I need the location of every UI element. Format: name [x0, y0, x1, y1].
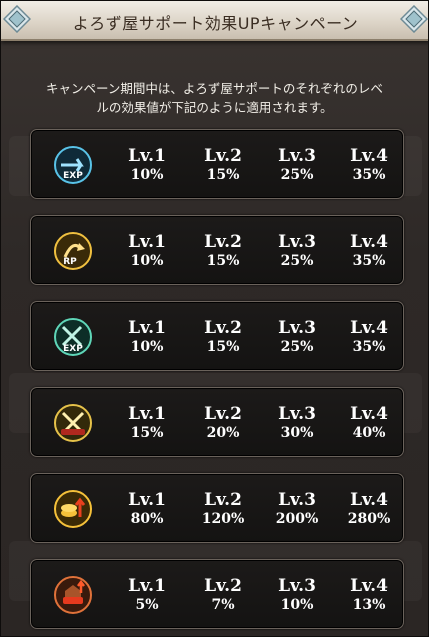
level-cell: Lv.1 10%	[117, 232, 177, 270]
level-value: 40%	[352, 425, 386, 441]
level-cell: Lv.4 35%	[339, 146, 399, 184]
level-label: Lv.1	[128, 318, 166, 338]
rupie-icon	[54, 490, 92, 528]
level-cell: Lv.3 10%	[267, 576, 327, 614]
level-value: 10%	[130, 167, 164, 183]
level-value: 7%	[211, 597, 235, 613]
level-cell: Lv.2 15%	[193, 146, 253, 184]
level-cell: Lv.1 10%	[117, 146, 177, 184]
level-value: 15%	[206, 253, 240, 269]
level-label: Lv.3	[278, 318, 316, 338]
level-value: 35%	[352, 339, 386, 355]
level-cell: Lv.2 15%	[193, 232, 253, 270]
level-label: Lv.2	[204, 232, 242, 252]
level-value: 10%	[280, 597, 314, 613]
level-label: Lv.3	[278, 146, 316, 166]
level-value: 15%	[206, 167, 240, 183]
rp-icon: RP	[54, 232, 92, 270]
level-label: Lv.4	[350, 404, 388, 424]
weapon-skill-icon	[54, 404, 92, 442]
level-value: 10%	[130, 339, 164, 355]
level-label: Lv.3	[278, 232, 316, 252]
level-label: Lv.1	[128, 146, 166, 166]
level-label: Lv.3	[278, 576, 316, 596]
exp-icon: EXP	[54, 146, 92, 184]
effect-row-exp: EXP Lv.1 10% Lv.2 15% Lv.3 25% Lv.4 35%	[30, 129, 404, 199]
effect-row-rupie: Lv.1 80% Lv.2 120% Lv.3 200% Lv.4 280%	[30, 473, 404, 543]
drop-icon	[54, 576, 92, 614]
level-value: 35%	[352, 253, 386, 269]
level-value: 25%	[280, 339, 314, 355]
level-label: Lv.3	[278, 404, 316, 424]
modal-header: よろず屋サポート効果UPキャンペーン	[1, 1, 428, 41]
level-label: Lv.2	[204, 490, 242, 510]
level-label: Lv.1	[128, 490, 166, 510]
level-cell: Lv.3 25%	[267, 146, 327, 184]
campaign-modal: よろず屋サポート効果UPキャンペーン キャンペーン期間中は、よろず屋サポートのそ…	[0, 0, 429, 637]
level-value: 120%	[201, 511, 245, 527]
level-cell: Lv.4 35%	[339, 232, 399, 270]
level-label: Lv.4	[350, 146, 388, 166]
level-value: 15%	[130, 425, 164, 441]
level-value: 25%	[280, 253, 314, 269]
svg-text:EXP: EXP	[63, 171, 83, 181]
diamond-ornament-icon	[400, 5, 428, 33]
level-label: Lv.2	[204, 576, 242, 596]
level-cell: Lv.1 5%	[117, 576, 177, 614]
level-value: 15%	[206, 339, 240, 355]
modal-title: よろず屋サポート効果UPキャンペーン	[72, 14, 359, 33]
level-value: 280%	[347, 511, 391, 527]
level-value: 25%	[280, 167, 314, 183]
level-cell: Lv.1 15%	[117, 404, 177, 442]
level-value: 5%	[135, 597, 159, 613]
level-label: Lv.4	[350, 232, 388, 252]
level-cell: Lv.2 120%	[193, 490, 253, 528]
level-cell: Lv.3 25%	[267, 318, 327, 356]
level-value: 20%	[206, 425, 240, 441]
level-cell: Lv.2 15%	[193, 318, 253, 356]
level-label: Lv.2	[204, 318, 242, 338]
svg-text:EXP: EXP	[63, 344, 83, 354]
effect-row-weapon-skill: Lv.1 15% Lv.2 20% Lv.3 30% Lv.4 40%	[30, 387, 404, 457]
level-cell: Lv.4 280%	[339, 490, 399, 528]
level-value: 200%	[275, 511, 319, 527]
level-label: Lv.1	[128, 232, 166, 252]
level-cell: Lv.1 80%	[117, 490, 177, 528]
level-label: Lv.4	[350, 576, 388, 596]
level-cell: Lv.3 30%	[267, 404, 327, 442]
level-cell: Lv.3 200%	[267, 490, 327, 528]
level-cell: Lv.4 35%	[339, 318, 399, 356]
level-cell: Lv.3 25%	[267, 232, 327, 270]
level-cell: Lv.4 13%	[339, 576, 399, 614]
effect-row-weapon-exp: EXP Lv.1 10% Lv.2 15% Lv.3 25% Lv.4 35%	[30, 301, 404, 371]
level-label: Lv.2	[204, 404, 242, 424]
level-value: 35%	[352, 167, 386, 183]
level-cell: Lv.2 7%	[193, 576, 253, 614]
effect-row-rp: RP Lv.1 10% Lv.2 15% Lv.3 25% Lv.4 35%	[30, 215, 404, 285]
level-cell: Lv.1 10%	[117, 318, 177, 356]
level-value: 80%	[130, 511, 164, 527]
level-label: Lv.3	[278, 490, 316, 510]
level-label: Lv.1	[128, 404, 166, 424]
level-label: Lv.2	[204, 146, 242, 166]
level-cell: Lv.2 20%	[193, 404, 253, 442]
level-label: Lv.4	[350, 490, 388, 510]
level-cell: Lv.4 40%	[339, 404, 399, 442]
effect-row-drop: Lv.1 5% Lv.2 7% Lv.3 10% Lv.4 13%	[30, 559, 404, 629]
level-label: Lv.4	[350, 318, 388, 338]
level-value: 30%	[280, 425, 314, 441]
level-value: 10%	[130, 253, 164, 269]
campaign-description: キャンペーン期間中は、よろず屋サポートのそれぞれのレベ ルの効果値が下記のように…	[46, 81, 383, 115]
level-value: 13%	[352, 597, 386, 613]
weapon-exp-icon: EXP	[54, 318, 92, 356]
level-label: Lv.1	[128, 576, 166, 596]
svg-text:RP: RP	[63, 257, 77, 267]
